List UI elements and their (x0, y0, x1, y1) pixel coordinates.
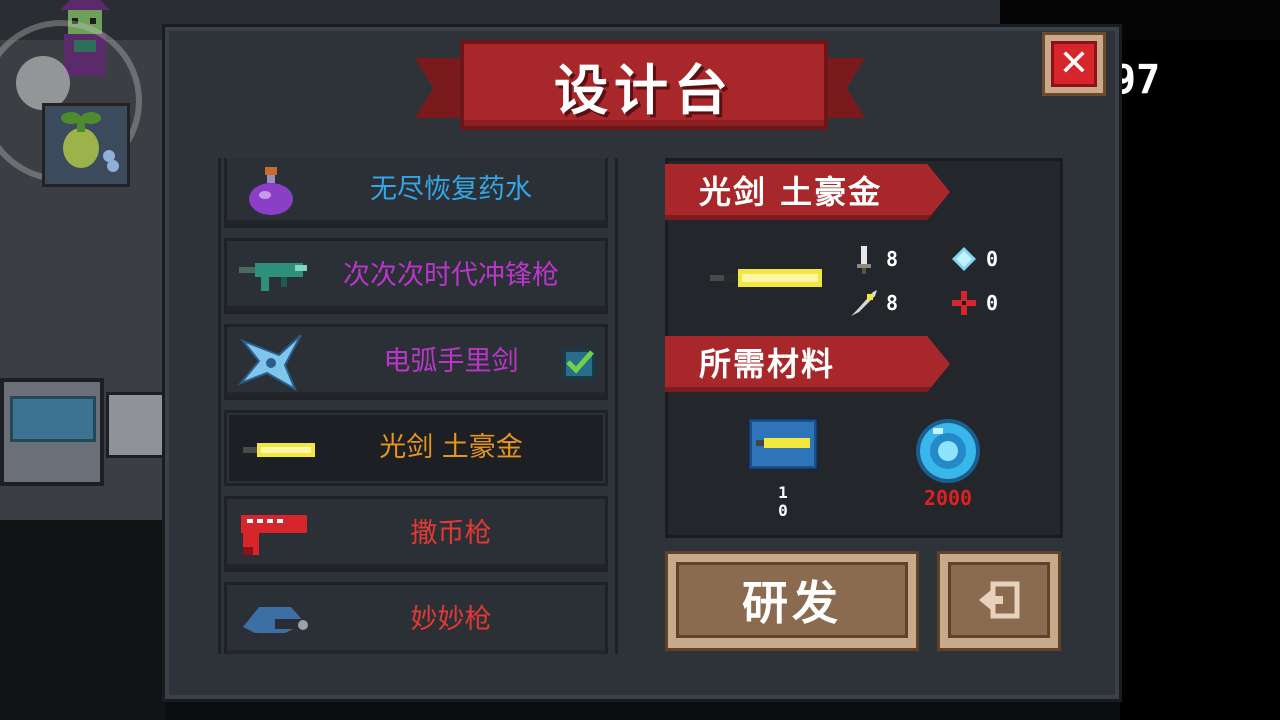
develop-label[interactable]: 研发 (676, 562, 908, 638)
desk-monitor (0, 378, 104, 486)
gem-material-icon (913, 416, 983, 486)
joystick-knob[interactable] (16, 56, 70, 110)
weapon-name-ribbon: 光剑 土豪金 (665, 164, 950, 220)
crit-knife-icon (849, 288, 877, 316)
close-icon[interactable]: ✕ (1051, 41, 1097, 87)
item-label: 妙妙枪 (410, 604, 492, 635)
purple-potion-icon (235, 163, 315, 219)
title-ribbon: 设计台 (415, 40, 865, 136)
list-item[interactable]: 撒币枪 (224, 496, 608, 572)
teal-smg-icon (235, 249, 315, 305)
sink (106, 392, 170, 458)
exit-button[interactable] (937, 551, 1061, 651)
stat-precision: 0 (986, 291, 999, 315)
materials-ribbon: 所需材料 (665, 336, 950, 392)
gold-lightsaber-icon (235, 421, 315, 477)
weapon-name: 光剑 土豪金 (699, 173, 883, 211)
red-coin-gun-icon (235, 507, 315, 563)
weapon-preview-icon (710, 266, 822, 290)
weapon-list[interactable]: 无尽恢复药水 次次次时代冲锋枪 电弧手里剑 光剑 土豪金 撒币枪 妙妙枪 (218, 158, 618, 654)
list-item-selected[interactable]: 光剑 土豪金 (224, 410, 608, 486)
stat-energy: 0 (986, 247, 999, 271)
dark-area (0, 520, 165, 720)
item-label: 撒币枪 (410, 518, 492, 549)
list-item[interactable]: 妙妙枪 (224, 582, 608, 654)
title-banner: 设计台 (460, 40, 828, 130)
dark-area-right (1120, 40, 1280, 720)
blueprint-icon (746, 416, 820, 472)
monitor-screen (10, 396, 96, 442)
item-label: 次次次时代冲锋枪 (343, 260, 559, 291)
close-button[interactable]: ✕ (1042, 32, 1106, 96)
item-label: 无尽恢复药水 (370, 174, 532, 205)
precision-cross-icon (951, 290, 977, 316)
materials-title: 所需材料 (699, 345, 836, 383)
list-item[interactable]: 无尽恢复药水 (224, 158, 608, 228)
exit-door-icon[interactable] (948, 562, 1050, 638)
seed-pouch-icon[interactable] (42, 103, 130, 187)
blue-gun-icon (235, 593, 315, 649)
item-label: 光剑 土豪金 (379, 432, 523, 463)
gem-cost: 2000 (923, 486, 973, 510)
stat-crit: 8 (886, 291, 899, 315)
check-icon (563, 349, 595, 379)
item-label: 电弧手里剑 (383, 346, 519, 377)
list-item[interactable]: 电弧手里剑 (224, 324, 608, 400)
sword-attack-icon (851, 244, 877, 274)
list-item[interactable]: 次次次时代冲锋枪 (224, 238, 608, 314)
develop-button[interactable]: 研发 (665, 551, 919, 651)
dialog-title: 设计台 (554, 58, 734, 122)
shuriken-icon (235, 334, 315, 392)
stat-attack: 8 (886, 247, 899, 271)
energy-gem-icon (951, 246, 977, 272)
blueprint-count: 1 0 (778, 483, 788, 520)
